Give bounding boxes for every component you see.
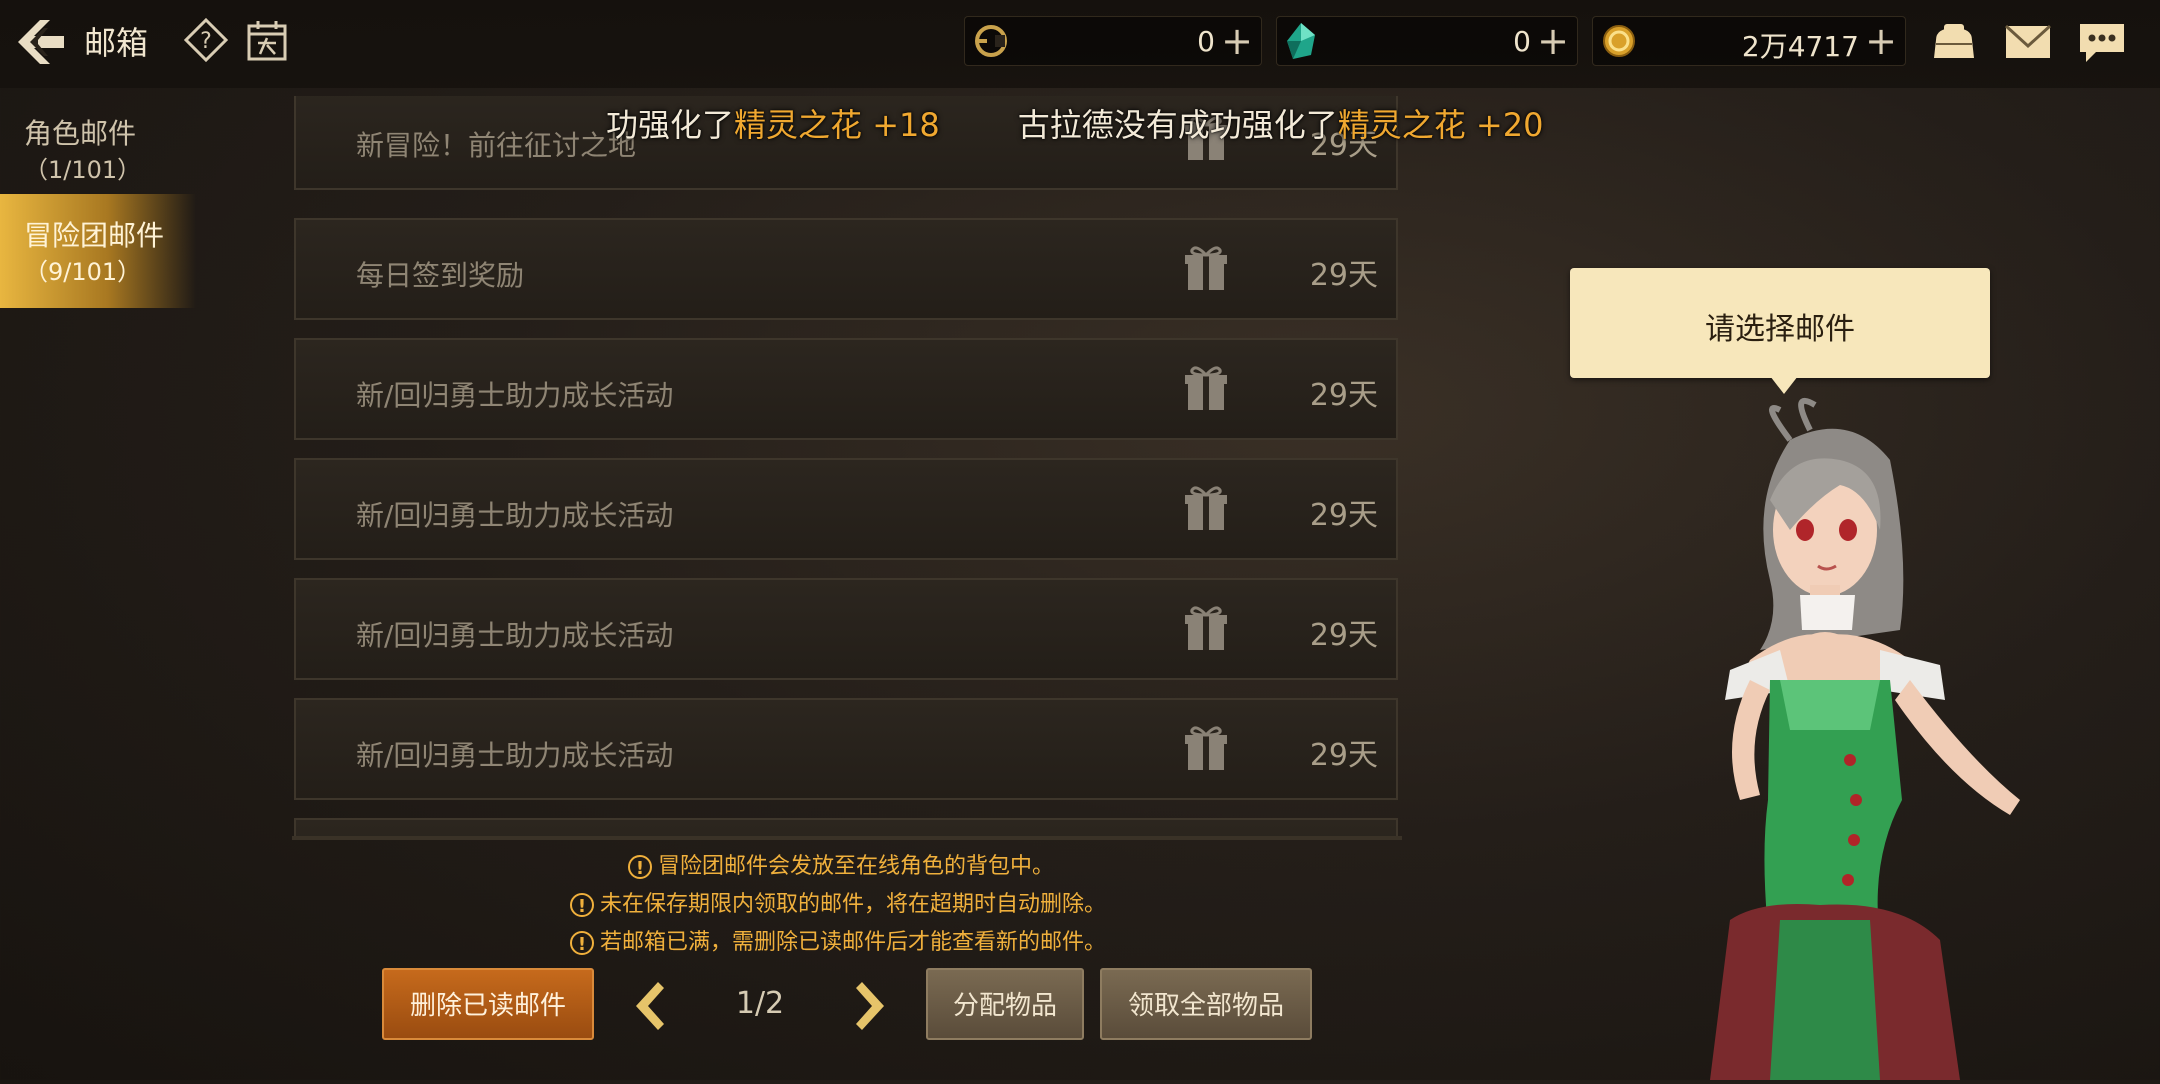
mail-expiry: 29天 [1309,738,1378,773]
mail-title: 新/回归勇士助力成长活动 [356,739,674,772]
mail-item[interactable]: 每日签到奖励 29天 [294,218,1398,320]
bag-icon[interactable] [1928,18,1980,66]
mail-expiry: 29天 [1309,618,1378,653]
mail-list[interactable]: 新冒险！前往征讨之地 29天 每日签到奖励 29天 新/回归勇士助力成长活动 2… [292,96,1402,836]
notice-text: 未在保存期限内领取的邮件，将在超期时自动删除。 [600,892,1107,917]
gift-icon [1180,362,1232,414]
mail-expiry: 29天 [1309,498,1378,533]
page-title: 邮箱 [84,24,149,62]
assign-items-button[interactable]: 分配物品 [926,968,1084,1040]
ticker-text: 古拉德没有成功强化了 [1017,106,1338,144]
mail-item[interactable]: 新/回归勇士助力成长活动 29天 [294,578,1398,680]
gift-icon [1180,482,1232,534]
gold-currency-box: 2万4717 + [1592,16,1906,66]
cera-amount: 0 [1197,25,1215,58]
tab-label: 冒险团邮件 [24,219,165,252]
prev-page-icon[interactable] [628,978,668,1034]
mail-expiry: 29天 [1309,378,1378,413]
notice-line: ! 若邮箱已满，需删除已读邮件后才能查看新的邮件。 [570,924,1107,955]
cera-coin-icon [973,23,1009,59]
mail-icon[interactable] [2002,18,2054,66]
delete-read-mail-button[interactable]: 删除已读邮件 [382,968,594,1040]
npc-speech-bubble: 请选择邮件 [1570,268,1990,378]
gem-add-button[interactable]: + [1537,19,1569,63]
ticker-item: 精灵之花 +18 [734,106,940,144]
gem-currency-box: 0 + [1276,16,1578,66]
mail-item[interactable]: 新/回归勇士助力成长活动 29天 [294,338,1398,440]
page-indicator: 1/2 [735,986,785,1021]
tab-label: 角色邮件 [24,117,137,150]
calendar-icon[interactable] [246,18,288,62]
ticker-item: 精灵之花 +20 [1337,106,1544,144]
ticker-text: 功强化了 [606,106,735,144]
list-divider [292,836,1402,840]
notice-text: 冒险团邮件会发放至在线角色的背包中。 [658,854,1055,879]
svg-text:?: ? [200,29,212,54]
gift-icon [1180,242,1232,294]
green-gem-icon [1283,21,1319,61]
warning-icon: ! [570,931,594,955]
cera-currency-box: 0 + [964,16,1262,66]
gold-amount: 2万4717 [1741,30,1859,63]
tab-count: （9/101） [24,258,142,286]
mail-item[interactable]: 新/回归勇士助力成长活动 29天 [294,698,1398,800]
gold-coin-icon [1601,23,1637,59]
gold-add-button[interactable]: + [1865,19,1897,63]
tab-adventure-team-mail[interactable]: 冒险团邮件 （9/101） [0,194,196,308]
back-arrow-icon[interactable] [14,14,68,70]
gem-amount: 0 [1513,25,1531,58]
tab-count: （1/101） [24,156,142,184]
help-icon[interactable]: ? [183,17,229,63]
mail-title: 新/回归勇士助力成长活动 [356,499,674,532]
bubble-text: 请选择邮件 [1705,312,1855,347]
mail-item[interactable]: 新/回归勇士助力成长活动 29天 [294,458,1398,560]
chat-icon[interactable] [2076,18,2128,66]
cera-add-button[interactable]: + [1221,19,1253,63]
warning-icon: ! [570,893,594,917]
gift-icon [1180,722,1232,774]
tab-character-mail[interactable]: 角色邮件 （1/101） [0,92,196,206]
gift-icon [1180,602,1232,654]
mail-title: 新/回归勇士助力成长活动 [356,619,674,652]
mail-expiry: 29天 [1309,258,1378,293]
notice-text: 若邮箱已满，需删除已读邮件后才能查看新的邮件。 [600,930,1107,955]
mail-item[interactable] [294,818,1398,836]
npc-character-image [1640,380,2140,1080]
warning-icon: ! [628,855,652,879]
enhance-ticker: 功强化了精灵之花 +18 古拉德没有成功强化了精灵之花 +20 [606,100,1543,152]
mail-title: 新冒险！前往征讨之地 [356,129,637,162]
notice-line: ! 未在保存期限内领取的邮件，将在超期时自动删除。 [570,886,1107,917]
mail-title: 每日签到奖励 [356,259,525,292]
mail-title: 新/回归勇士助力成长活动 [356,379,674,412]
next-page-icon[interactable] [852,978,892,1034]
claim-all-items-button[interactable]: 领取全部物品 [1100,968,1312,1040]
notice-line: ! 冒险团邮件会发放至在线角色的背包中。 [628,848,1055,879]
